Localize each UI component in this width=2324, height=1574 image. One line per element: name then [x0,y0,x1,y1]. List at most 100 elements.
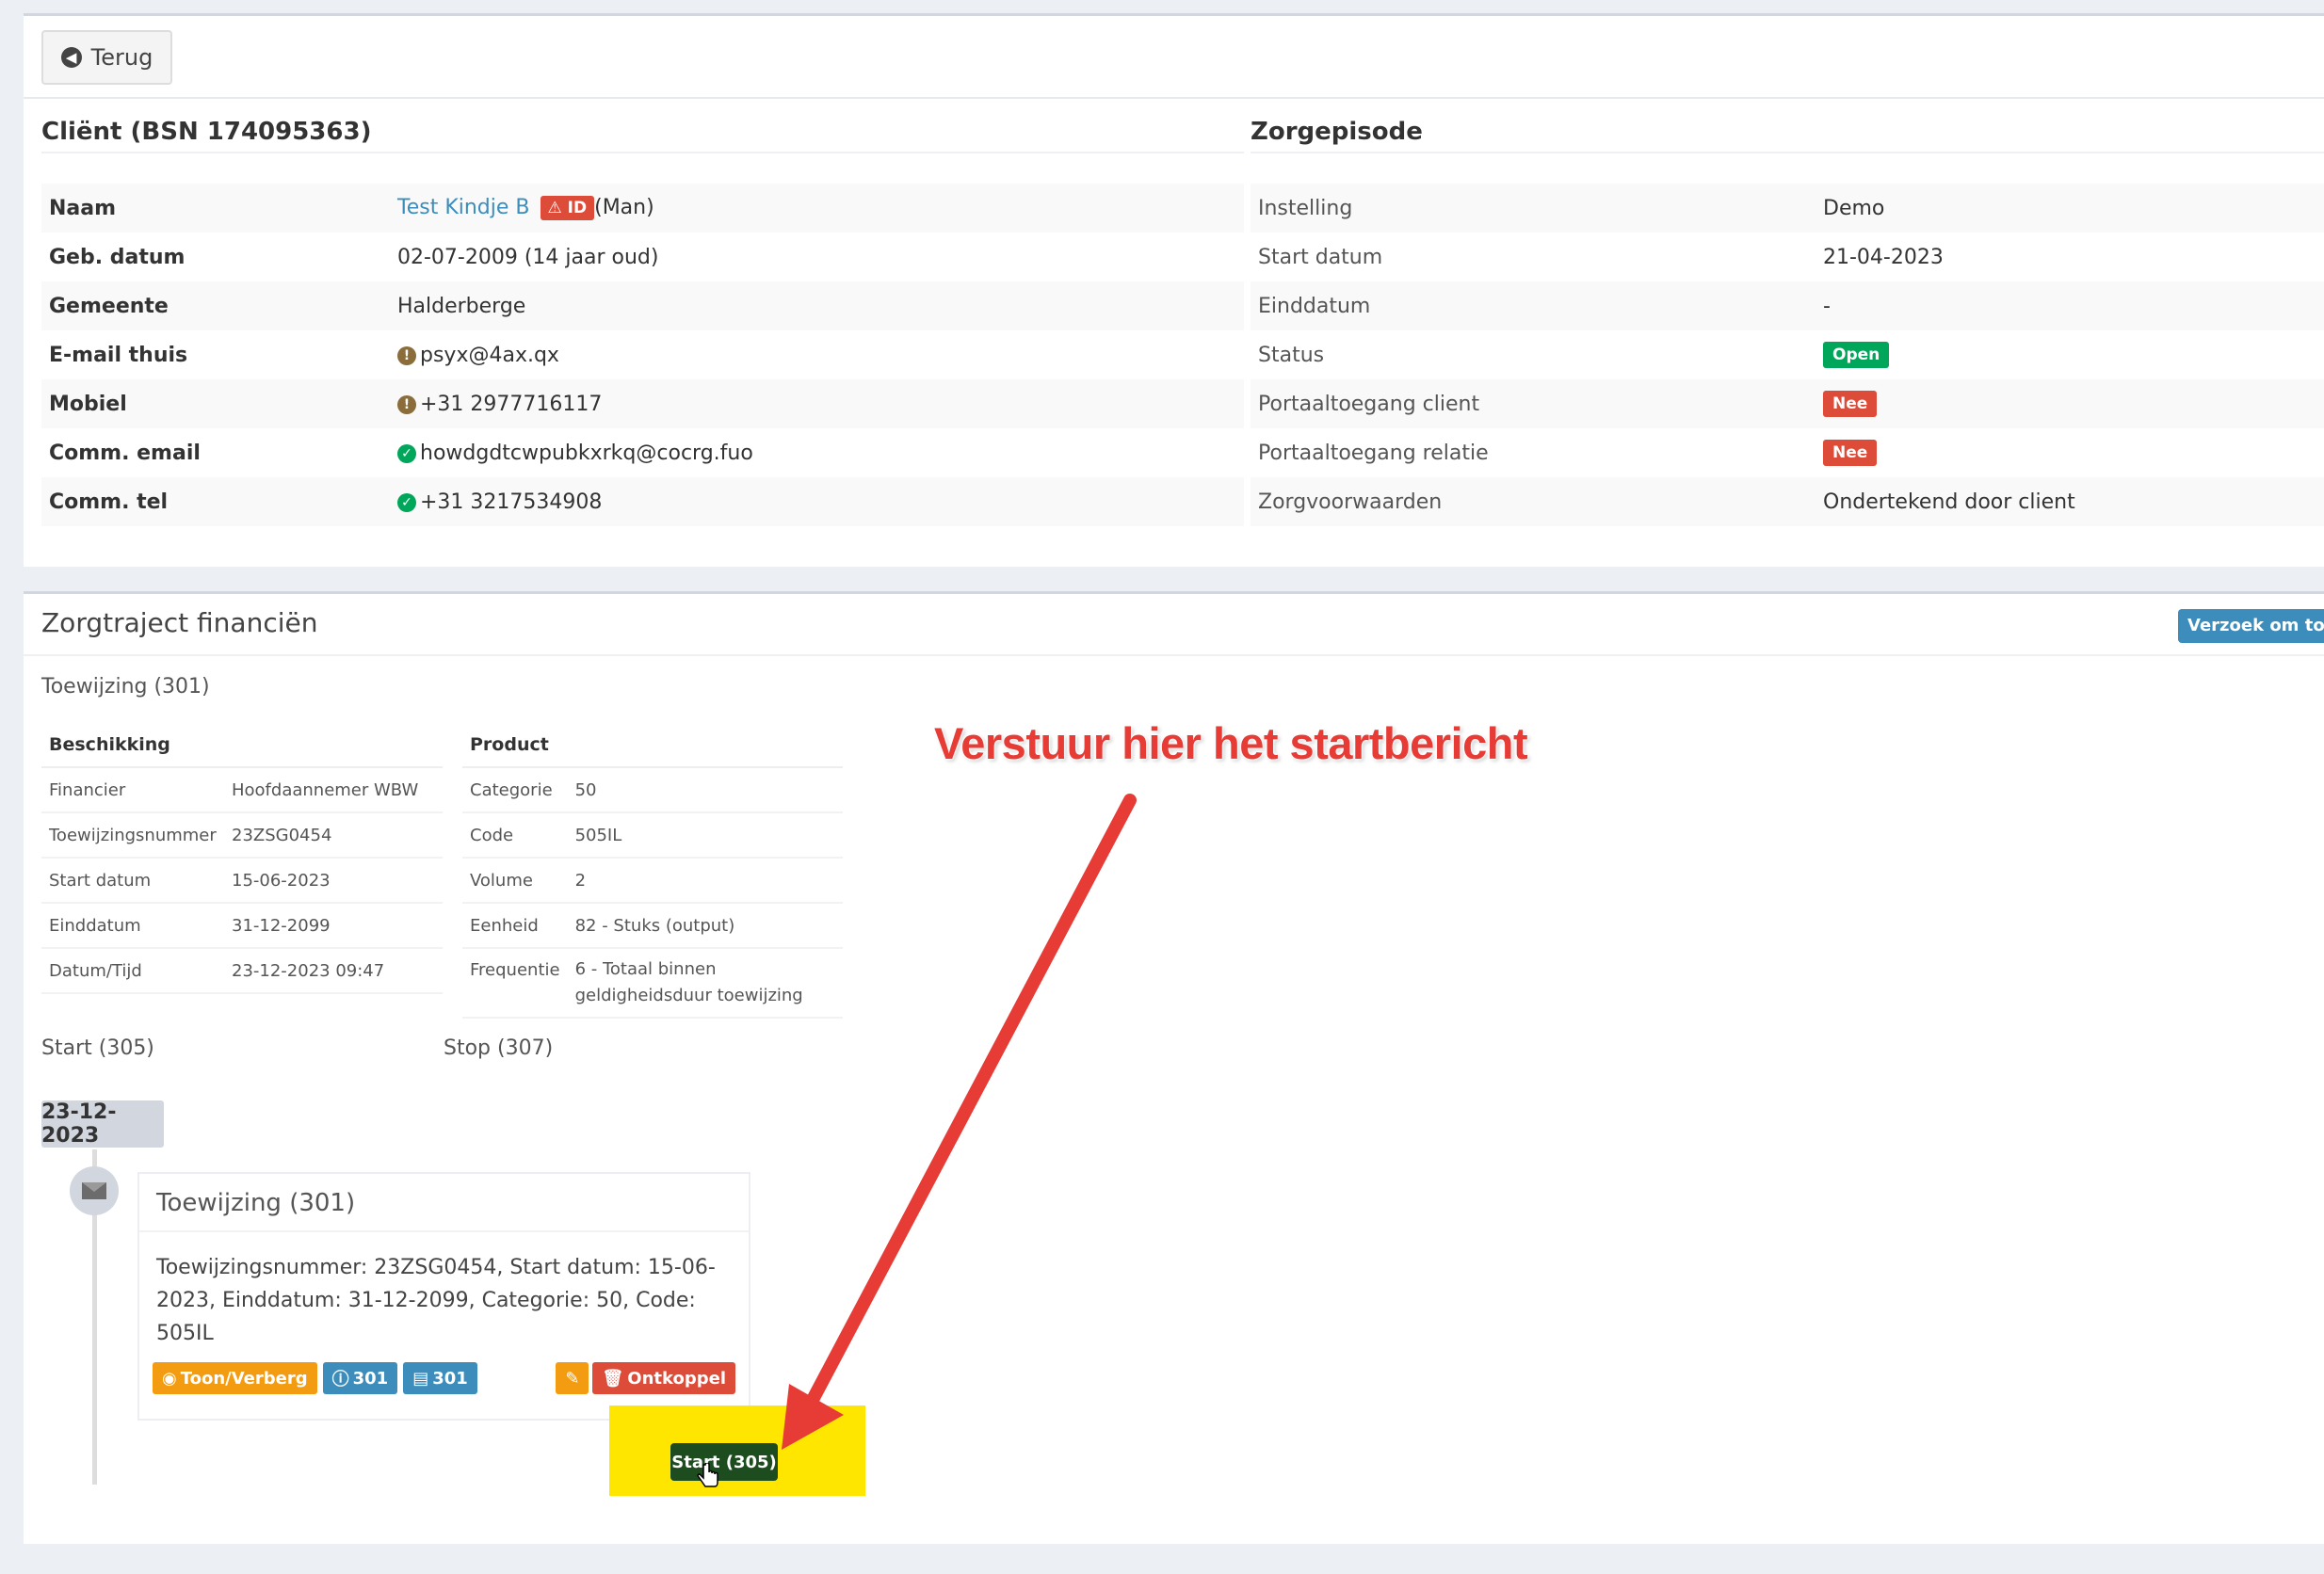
row-value: Nee [1816,428,2324,477]
back-bar: ◀ Terug [24,16,2324,99]
arrow-left-icon: ◀ [60,47,82,68]
financien-header: Zorgtraject financiën Verzoek om toev [24,594,2324,656]
row-label: Portaaltoegang relatie [1258,441,1489,465]
back-button-label: Terug [90,44,153,71]
pdf-301-button[interactable]: ▤ 301 [403,1362,477,1394]
table-row: Geb. datum 02-07-2009 (14 jaar oud) [41,233,1244,281]
cell-label: Financier [41,767,224,813]
annotation-text: Verstuur hier het startbericht [934,718,1528,768]
cell-value: 23ZSG0454 [224,812,443,859]
client-panel: ◀ Terug Cliënt (BSN 174095363) Naam Test… [24,13,2324,567]
table-row: Categorie 50 [462,767,843,813]
pencil-icon: ✎ [565,1368,580,1389]
timeline-item-title: Toewijzing (301) [139,1174,749,1232]
cell-label: Datum/Tijd [41,948,224,994]
id-badge-label: ID [567,199,588,217]
cell-value: 505IL [567,812,843,859]
row-value: Open [1816,330,2324,379]
table-row: Eenheid 82 - Stuks (output) [462,903,843,949]
cell-label: Start datum [41,858,224,904]
row-label: Start datum [1258,245,1383,269]
table-row: E-mail thuis ! psyx@4ax.qx [41,330,1244,379]
table-row: Einddatum 31-12-2099 [41,903,443,949]
cell-label: Frequentie [462,948,568,1019]
table-row: Volume 2 [462,858,843,904]
beschikking-table: Beschikking Financier Hoofdaannemer WBW T… [41,722,443,994]
table-row: Comm. email ✓ howdgdtcwpubkxrkq@cocrg.fuo [41,428,1244,477]
info-301-button[interactable]: ⓘ 301 [322,1362,398,1394]
start-305-label: Start (305) [41,1036,154,1060]
beschikking-header: Beschikking [41,722,443,768]
portal-client-badge: Nee [1823,391,1878,417]
table-row: Frequentie 6 - Totaal binnen geldigheidsd… [462,948,843,1019]
table-row: Datum/Tijd 23-12-2023 09:47 [41,948,443,994]
portal-relation-badge: Nee [1823,440,1878,466]
client-gender: (Man) [594,196,654,219]
warning-icon: ! [397,345,416,365]
timeline-date: 23-12-2023 [41,1100,164,1148]
table-row: Naam Test Kindje B ⚠ ID (Man) [41,184,1244,233]
row-label: Naam [41,184,390,233]
request-button[interactable]: Verzoek om toev [2178,609,2324,643]
status-badge: Open [1823,342,1890,368]
row-value: Ondertekend door client [1816,477,2324,526]
row-label: Comm. tel [41,477,390,526]
table-row: Einddatum - [1251,281,2324,330]
start-305-button[interactable]: Start (305) [670,1443,778,1481]
financien-title: Zorgtraject financiën [41,607,318,638]
comm-email-value: howdgdtcwpubkxrkq@cocrg.fuo [420,441,753,465]
id-warning-badge[interactable]: ⚠ ID [540,196,595,220]
timeline-item-footer: ◉ Toon/Verberg ⓘ 301 ▤ 301 [153,1362,477,1394]
row-label: Portaaltoegang client [1251,379,1816,428]
product-table: Product Categorie 50 Code 505IL Volume 2 Ee… [462,722,843,1019]
table-row: Gemeente Halderberge [41,281,1244,330]
cell-value: 6 - Totaal binnen geldigheidsduur toewij… [567,948,843,1019]
row-label: Status [1258,343,1325,367]
client-title: Cliënt (BSN 174095363) [41,118,1244,153]
cell-value: 23-12-2023 09:47 [224,948,443,994]
row-value: Nee [1816,379,2324,428]
row-value: ! psyx@4ax.qx [390,330,1244,379]
row-value: 21-04-2023 [1823,245,1944,269]
client-table: Naam Test Kindje B ⚠ ID (Man) Geb. datum … [41,184,1244,526]
row-value: - [1816,281,2324,330]
cell-label: Eenheid [462,903,568,949]
row-value: Demo [1816,184,2324,233]
mobile-value: +31 2977716117 [420,392,603,416]
table-row: Status Open [1251,330,2324,379]
timeline-item-body: Toewijzingsnummer: 23ZSG0454, Start datu… [156,1256,716,1345]
cell-label: Categorie [462,767,568,813]
table-row: Toewijzingsnummer 23ZSG0454 [41,812,443,859]
unlink-button[interactable]: 🗑 Ontkoppel [592,1362,735,1394]
pdf-icon: ▤ [412,1368,429,1389]
pdf-button-label: 301 [432,1368,468,1389]
envelope-icon [70,1166,119,1215]
row-label: Einddatum [1251,281,1816,330]
row-label: Geb. datum [49,245,186,269]
row-label: Zorgvoorwaarden [1251,477,1816,526]
toggle-button[interactable]: ◉ Toon/Verberg [153,1362,317,1394]
cell-label: Code [462,812,568,859]
warning-icon: ! [397,394,416,414]
email-home-value: psyx@4ax.qx [420,343,559,367]
row-value: ✓ howdgdtcwpubkxrkq@cocrg.fuo [390,428,1244,477]
cell-label: Einddatum [41,903,224,949]
back-button[interactable]: ◀ Terug [41,30,172,85]
stop-307-label: Stop (307) [444,1036,554,1060]
product-header: Product [462,722,843,768]
row-label: Gemeente [41,281,390,330]
edit-button[interactable]: ✎ [556,1362,589,1394]
info-button-label: 301 [352,1368,389,1389]
cell-value: 15-06-2023 [224,858,443,904]
timeline-item: Toewijzing (301) Toewijzingsnummer: 23ZS… [137,1172,750,1421]
cell-label: Volume [462,858,568,904]
toggle-button-label: Toon/Verberg [180,1368,308,1389]
table-row: Instelling Demo [1251,184,2324,233]
table-row: Start datum 15-06-2023 [41,858,443,904]
row-value: ! +31 2977716117 [390,379,1244,428]
client-name-link[interactable]: Test Kindje B [397,196,530,219]
cell-value: Hoofdaannemer WBW [224,767,443,813]
episode-table: Instelling Demo Start datum 21-04-2023 E… [1251,184,2324,526]
row-label: Mobiel [41,379,390,428]
unlink-button-label: Ontkoppel [627,1368,726,1389]
